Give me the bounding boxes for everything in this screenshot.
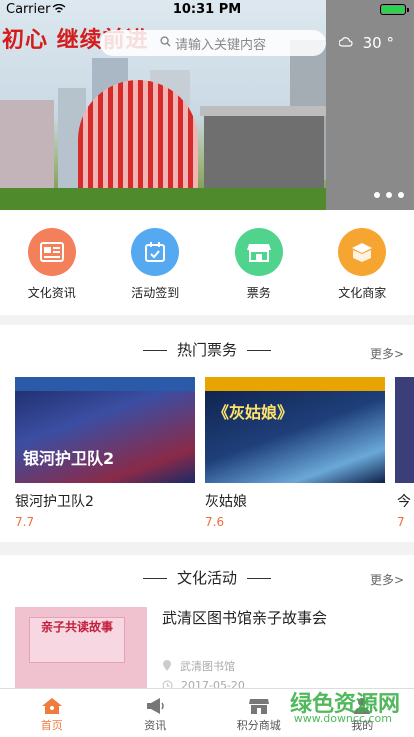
ticket-rating: 7.7 — [15, 515, 34, 529]
tab-home[interactable]: 首页 — [0, 689, 104, 737]
search-input[interactable]: 请输入关键内容 — [100, 30, 326, 56]
status-bar: Carrier 10:31 PM — [0, 0, 414, 20]
red-dome-sculpture — [78, 80, 198, 200]
hot-tickets-section: 热门票务 更多> 银河护卫队2 银河护卫队2 7.7 《灰姑娘》 灰姑娘 7.6… — [0, 325, 414, 542]
tickets-more-link[interactable]: 更多> — [370, 345, 404, 362]
ticket-rating: 7.6 — [205, 515, 224, 529]
battery-icon — [380, 4, 406, 15]
section-title-text: 文化活动 — [177, 569, 237, 587]
megaphone-icon — [144, 697, 166, 715]
section-title: 文化活动 — [0, 567, 414, 588]
cloud-icon — [339, 37, 353, 50]
poster-title: 银河护卫队2 — [23, 445, 114, 469]
carousel-dot[interactable] — [374, 192, 380, 198]
tab-news[interactable]: 资讯 — [104, 689, 208, 737]
activity-image[interactable]: 亲子共读故事 — [15, 607, 147, 690]
tab-label: 积分商城 — [237, 719, 281, 732]
carousel-dots[interactable] — [368, 192, 404, 198]
activity-image-text: 亲子共读故事 — [29, 617, 125, 663]
grass — [0, 188, 330, 210]
activity-location-text: 武清图书馆 — [180, 660, 235, 673]
status-time: 10:31 PM — [0, 2, 414, 17]
ticket-poster-partial[interactable] — [395, 377, 414, 483]
building — [0, 100, 54, 190]
search-icon — [160, 36, 171, 51]
watermark-url: www.downcc.com — [294, 712, 392, 725]
category-label: 文化商家 — [338, 286, 386, 300]
location-pin-icon — [162, 660, 172, 672]
activity-title[interactable]: 武清区图书馆亲子故事会 — [162, 607, 327, 628]
home-icon — [41, 697, 63, 715]
category-grid: 文化资讯 活动签到 票务 文化商家 — [0, 210, 414, 315]
ticket-poster[interactable]: 《灰姑娘》 — [205, 377, 385, 483]
news-icon — [28, 228, 76, 276]
store-icon — [235, 228, 283, 276]
ticket-name[interactable]: 灰姑娘 — [205, 491, 247, 511]
tab-label: 首页 — [41, 719, 63, 732]
activity-location: 武清图书馆 — [162, 658, 235, 674]
weather-widget[interactable]: 30 ° — [339, 34, 394, 52]
search-placeholder: 请输入关键内容 — [175, 34, 266, 53]
ticket-name[interactable]: 今 — [397, 491, 411, 511]
category-label: 活动签到 — [131, 286, 179, 300]
banner-side-panel — [326, 0, 414, 210]
weather-temperature: 30 ° — [363, 34, 394, 52]
ticket-poster[interactable]: 银河护卫队2 — [15, 377, 195, 483]
carousel-dot[interactable] — [386, 192, 392, 198]
cultural-activities-section: 文化活动 更多> 亲子共读故事 武清区图书馆亲子故事会 武清图书馆 2017-0… — [0, 555, 414, 690]
category-event-checkin[interactable]: 活动签到 — [104, 210, 208, 315]
category-tickets[interactable]: 票务 — [207, 210, 311, 315]
section-title-text: 热门票务 — [177, 341, 237, 359]
category-label: 票务 — [247, 286, 271, 300]
banner-carousel[interactable]: 初心 继续前进 请输入关键内容 30 ° — [0, 0, 414, 210]
calendar-check-icon — [131, 228, 179, 276]
activities-more-link[interactable]: 更多> — [370, 571, 404, 588]
tab-label: 资讯 — [144, 719, 166, 732]
carousel-dot[interactable] — [398, 192, 404, 198]
ticket-name[interactable]: 银河护卫队2 — [15, 491, 94, 511]
gallery-building — [204, 112, 324, 190]
category-label: 文化资讯 — [28, 286, 76, 300]
box-icon — [338, 228, 386, 276]
shop-icon — [248, 697, 270, 715]
section-title: 热门票务 — [0, 339, 414, 360]
ticket-rating: 7 — [397, 515, 405, 529]
poster-title: 《灰姑娘》 — [213, 399, 293, 423]
category-culture-news[interactable]: 文化资讯 — [0, 210, 104, 315]
category-culture-merchants[interactable]: 文化商家 — [311, 210, 414, 315]
